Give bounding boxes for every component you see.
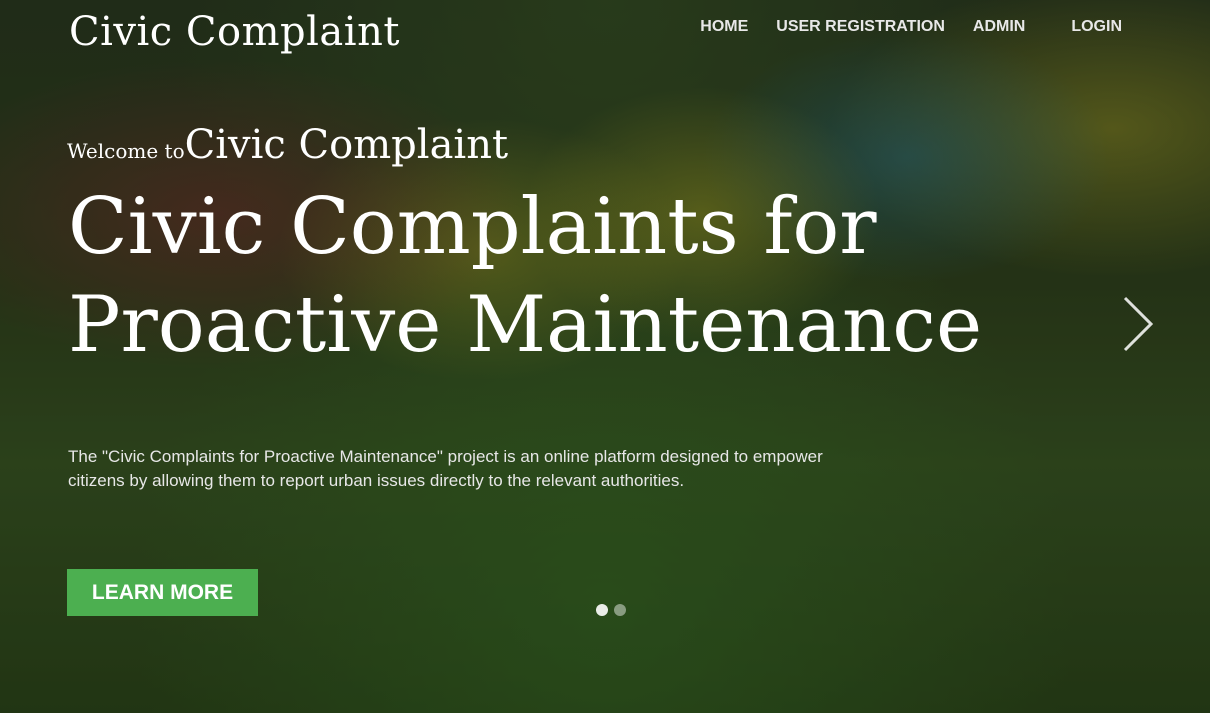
welcome-site-name: Civic Complaint <box>184 122 509 168</box>
carousel-dot[interactable] <box>614 604 626 616</box>
nav-home[interactable]: HOME <box>686 16 762 38</box>
learn-more-button[interactable]: LEARN MORE <box>67 569 258 616</box>
hero-title-line1: Civic Complaints for <box>68 182 877 272</box>
hero-title: Civic Complaints for Proactive Maintenan… <box>68 178 1098 374</box>
nav-user-registration[interactable]: USER REGISTRATION <box>762 16 959 38</box>
nav-login[interactable]: LOGIN <box>1057 16 1136 38</box>
navbar: Civic Complaint HOME USER REGISTRATION A… <box>0 0 1210 62</box>
nav-links: HOME USER REGISTRATION ADMIN LOGIN <box>686 16 1136 38</box>
nav-admin[interactable]: ADMIN <box>959 16 1039 38</box>
hero-title-line2: Proactive Maintenance <box>68 280 983 370</box>
chevron-right-icon <box>1123 296 1154 352</box>
welcome-prefix: Welcome to <box>67 139 185 163</box>
carousel-dot[interactable] <box>596 604 608 616</box>
welcome-heading: Welcome toCivic Complaint <box>67 122 508 168</box>
carousel-indicators <box>596 604 626 616</box>
brand-logo-text[interactable]: Civic Complaint <box>69 6 400 58</box>
hero-description: The "Civic Complaints for Proactive Main… <box>68 447 823 490</box>
carousel-next-button[interactable] <box>1115 292 1163 356</box>
